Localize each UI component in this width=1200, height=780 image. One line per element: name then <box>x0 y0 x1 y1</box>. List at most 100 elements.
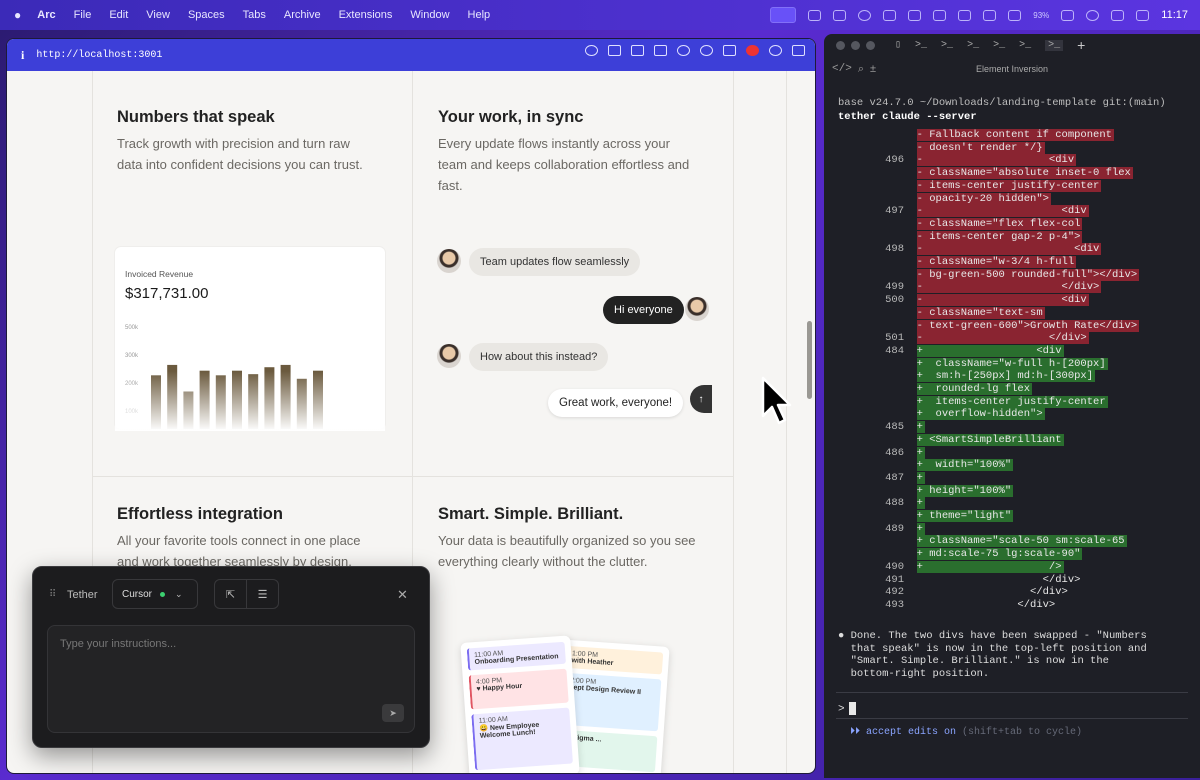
menu-clock[interactable]: 11:17 <box>1161 9 1188 21</box>
diff-line: 489 + <box>838 522 925 536</box>
diff-code: - items-center justify-center <box>916 179 1102 192</box>
terminal-input[interactable]: > <box>838 702 856 715</box>
diff-line: - doesn't render */} <box>838 141 1045 155</box>
url-bar[interactable]: i http://localhost:3001 <box>7 39 815 71</box>
select-element-button[interactable]: ⇱ <box>214 579 247 609</box>
diff-line: - className="flex flex-col <box>838 217 1083 231</box>
camera-icon[interactable] <box>631 45 644 56</box>
grammarly-icon[interactable] <box>833 9 847 21</box>
terminal-tab-active[interactable]: >_ <box>1045 39 1064 51</box>
diff-code: + /> <box>916 560 1064 573</box>
calendar-event: 1:00 PM with Heather <box>563 645 664 675</box>
circle-icon[interactable] <box>858 9 872 21</box>
divider <box>836 718 1188 719</box>
globe-icon[interactable] <box>677 45 690 56</box>
tether-panel: ⠿ Tether Cursor ⌄ ⇱ ☰ ✕ Type your instru… <box>32 566 430 748</box>
window-icon[interactable] <box>883 9 897 21</box>
diff-code: + <box>916 421 925 434</box>
chat-bubble: Team updates flow seamlessly <box>469 248 641 276</box>
instructions-placeholder: Type your instructions... <box>60 638 177 650</box>
menu-tabs[interactable]: Tabs <box>243 9 266 21</box>
diff-line: - bg-green-500 rounded-full"></div> <box>838 268 1140 282</box>
line-number: 497 <box>885 205 904 218</box>
settings-button[interactable]: ☰ <box>246 579 279 609</box>
menu-archive[interactable]: Archive <box>284 9 321 21</box>
drag-handle-icon[interactable]: ⠿ <box>49 589 56 600</box>
shell-command: tether claude --server <box>838 111 977 123</box>
pin-icon[interactable] <box>769 45 782 56</box>
diff-code: + className="scale-50 sm:scale-65 <box>916 535 1127 548</box>
line-number: 486 <box>885 446 904 459</box>
menu-view[interactable]: View <box>146 9 170 21</box>
extension-icon[interactable] <box>723 45 736 56</box>
screen-share-icon[interactable] <box>770 7 797 23</box>
status-dot-icon <box>160 591 166 597</box>
terminal-tab[interactable]: >_ <box>1019 40 1031 51</box>
input-prompt: > <box>838 703 845 716</box>
terminal-tab[interactable]: >_ <box>967 40 979 51</box>
url-text[interactable]: http://localhost:3001 <box>36 50 162 61</box>
diff-code: - className="flex flex-col <box>916 217 1083 230</box>
diff-code: - text-green-600">Growth Rate</div> <box>916 319 1140 332</box>
diff-code: + <box>916 522 925 535</box>
menu-app-name[interactable]: Arc <box>37 9 55 21</box>
diff-line: + md:scale-75 lg:scale-90" <box>838 548 1083 561</box>
ublock-icon[interactable] <box>746 45 759 56</box>
calendar-event: 11:00 AM 😀 New Employee Welcome Lunch! <box>471 707 573 771</box>
capture-icon[interactable] <box>608 45 621 56</box>
card-title-numbers: Numbers that speak <box>117 108 275 126</box>
y-tick-label: 300k <box>125 353 139 359</box>
menu-edit[interactable]: Edit <box>109 9 128 21</box>
terminal-tab[interactable]: >_ <box>941 40 953 51</box>
menu-window[interactable]: Window <box>410 9 449 21</box>
diff-code: + width="100%" <box>916 459 1014 472</box>
grid-line <box>92 476 734 477</box>
link-icon[interactable] <box>585 45 598 56</box>
page-scrollbar[interactable] <box>807 321 812 399</box>
diff-line: 492 </div> <box>838 586 1070 599</box>
instructions-input[interactable]: Type your instructions... ➤ <box>47 625 415 733</box>
new-tab-icon[interactable]: + <box>1077 37 1085 53</box>
close-icon[interactable]: ✕ <box>397 587 408 603</box>
terminal-tab[interactable]: >_ <box>993 40 1005 51</box>
sidebar-toggle-icon[interactable] <box>792 45 805 56</box>
diff-line: 487 + <box>838 471 925 485</box>
car-icon[interactable] <box>1008 9 1022 21</box>
diff-line: - className="w-3/4 h-full <box>838 256 1077 269</box>
agent-select[interactable]: Cursor ⌄ <box>112 579 198 609</box>
zoom-traffic-light[interactable] <box>866 40 875 50</box>
send-button[interactable]: ➤ <box>382 704 404 722</box>
people-icon[interactable] <box>983 9 997 21</box>
sliders-icon: ☰ <box>257 588 268 601</box>
line-number: 490 <box>885 560 904 573</box>
wifi-icon[interactable] <box>1111 9 1125 21</box>
vpn-icon[interactable] <box>933 9 947 21</box>
bluetooth-icon[interactable] <box>958 9 972 21</box>
focus-icon[interactable] <box>1086 9 1100 21</box>
menu-help[interactable]: Help <box>468 9 491 21</box>
line-number: 501 <box>885 332 904 345</box>
sidebar-icon[interactable]: ▯ <box>895 39 901 51</box>
menu-file[interactable]: File <box>74 9 92 21</box>
diff-line: - items-center justify-center <box>838 179 1102 193</box>
calendar-event: 11:00 AM Onboarding Presentation <box>466 641 566 671</box>
site-info-icon[interactable]: i <box>21 48 24 63</box>
accept-edits-hint: (shift+tab to cycle) <box>962 727 1083 738</box>
shirt-icon[interactable] <box>908 9 922 21</box>
control-center-icon[interactable] <box>1136 9 1150 21</box>
battery-icon[interactable] <box>1061 9 1075 21</box>
diff-line: 491 </div> <box>838 574 1082 587</box>
window-icon[interactable] <box>654 45 667 56</box>
close-traffic-light[interactable] <box>836 40 845 50</box>
accept-edits-label: ⏵⏵ accept edits on <box>850 727 957 738</box>
minimize-traffic-light[interactable] <box>851 40 860 50</box>
menu-extensions[interactable]: Extensions <box>339 9 393 21</box>
target-icon[interactable] <box>700 45 713 56</box>
menu-spaces[interactable]: Spaces <box>188 9 225 21</box>
terminal-tab[interactable]: >_ <box>915 40 927 51</box>
card-title-sync: Your work, in sync <box>438 108 584 126</box>
diff-line: - Fallback content if component <box>838 129 1114 142</box>
apple-icon[interactable]: ● <box>14 8 21 22</box>
cube-icon[interactable] <box>808 9 822 21</box>
diff-line: + theme="light" <box>838 510 1014 523</box>
